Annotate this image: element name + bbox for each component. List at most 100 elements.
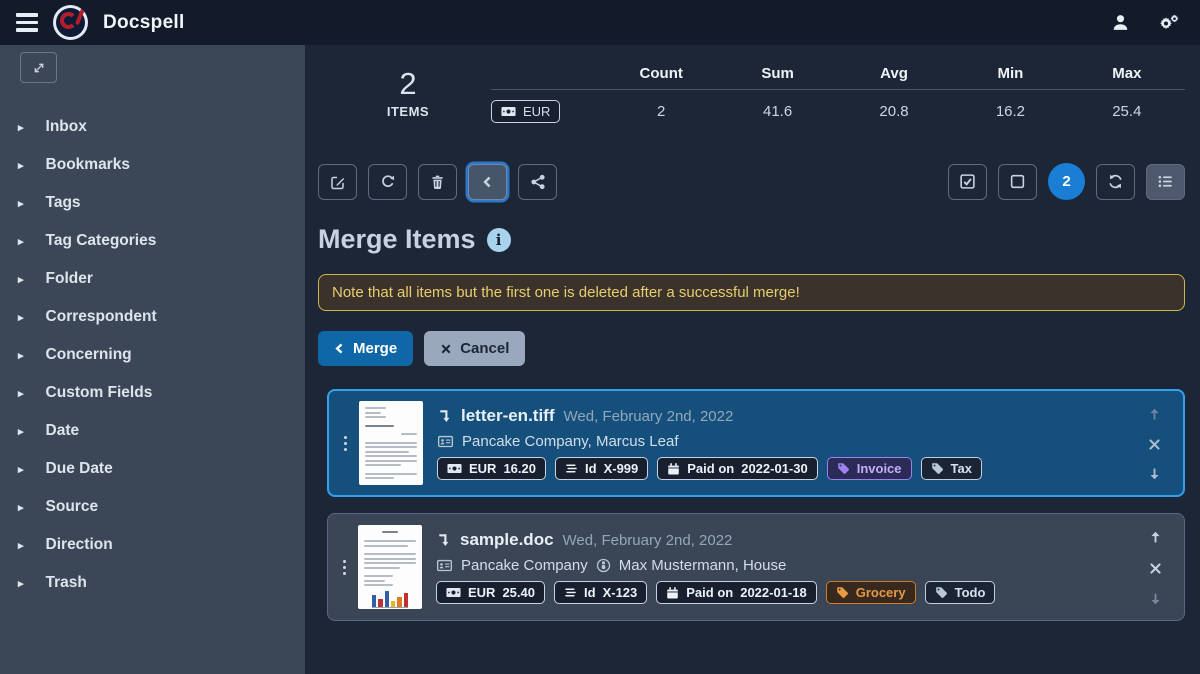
- sync-icon: [1107, 173, 1124, 190]
- sidebar-item-custom-fields[interactable]: ▸Custom Fields: [0, 374, 305, 412]
- app-title: Docspell: [103, 12, 185, 34]
- x-icon: [440, 343, 452, 355]
- sidebar-item-due-date[interactable]: ▸Due Date: [0, 450, 305, 488]
- sidebar: ▸Inbox ▸Bookmarks ▸Tags ▸Tag Categories …: [0, 45, 305, 674]
- edit-pencil-icon: [330, 174, 346, 190]
- sidebar-item-date[interactable]: ▸Date: [0, 412, 305, 450]
- stream-icon: [564, 586, 577, 599]
- stats-value-row: EUR 2 41.6 20.8 16.2 25.4: [491, 90, 1185, 133]
- stats-val-min: 16.2: [952, 103, 1068, 120]
- stats-col-max: Max: [1069, 65, 1185, 82]
- money-bill-icon: [446, 585, 461, 600]
- sidebar-item-trash[interactable]: ▸Trash: [0, 564, 305, 602]
- move-down-icon[interactable]: [1148, 591, 1163, 607]
- remove-item-icon[interactable]: [1148, 438, 1161, 451]
- sidebar-item-bookmarks[interactable]: ▸Bookmarks: [0, 146, 305, 184]
- drag-handle-icon[interactable]: [337, 401, 353, 485]
- stats-col-count: Count: [603, 65, 719, 82]
- reprocess-button[interactable]: [368, 164, 407, 200]
- sidebar-item-inbox[interactable]: ▸Inbox: [0, 108, 305, 146]
- money-bill-icon: [447, 461, 462, 476]
- item-details: letter-en.tiff Wed, February 2nd, 2022 P…: [437, 401, 1137, 485]
- refresh-selection-button[interactable]: [1096, 164, 1135, 200]
- tag-icon: [837, 462, 850, 475]
- move-down-icon[interactable]: [1147, 466, 1162, 482]
- caret-right-icon: ▸: [18, 463, 24, 476]
- caret-right-icon: ▸: [18, 121, 24, 134]
- deselect-all-button[interactable]: [998, 164, 1037, 200]
- merge-warning-note: Note that all items but the first one is…: [318, 274, 1185, 311]
- level-down-icon: [436, 532, 451, 548]
- toolbar-right-group: 2: [937, 163, 1185, 200]
- sidebar-item-direction[interactable]: ▸Direction: [0, 526, 305, 564]
- drag-handle-icon[interactable]: [336, 524, 352, 610]
- page-title: Merge Items i: [318, 224, 1185, 255]
- list-view-button[interactable]: [1146, 164, 1185, 200]
- menu-toggle-icon[interactable]: [16, 13, 38, 32]
- caret-right-icon: ▸: [18, 349, 24, 362]
- thumbnail-bar-chart: [372, 590, 408, 608]
- stats-col-sum: Sum: [719, 65, 835, 82]
- tag-icon: [836, 586, 849, 599]
- settings-gears-icon[interactable]: [1158, 13, 1180, 33]
- sidebar-item-correspondent[interactable]: ▸Correspondent: [0, 298, 305, 336]
- info-icon[interactable]: i: [487, 228, 511, 252]
- list-view-icon: [1157, 173, 1174, 190]
- item-card-letter-en-tiff[interactable]: letter-en.tiff Wed, February 2nd, 2022 P…: [327, 389, 1185, 497]
- delete-button[interactable]: [418, 164, 457, 200]
- money-bill-icon: [501, 104, 516, 119]
- caret-right-icon: ▸: [18, 273, 24, 286]
- remove-item-icon[interactable]: [1149, 562, 1162, 575]
- stats-val-avg: 20.8: [836, 103, 952, 120]
- address-card-icon: [437, 434, 454, 449]
- user-icon[interactable]: [1111, 13, 1130, 32]
- caret-right-icon: ▸: [18, 425, 24, 438]
- sidebar-item-folder[interactable]: ▸Folder: [0, 260, 305, 298]
- docspell-logo: [53, 5, 88, 40]
- stats-header-row: Count Sum Avg Min Max: [491, 57, 1185, 90]
- square-icon: [1009, 173, 1026, 190]
- redo-icon: [380, 174, 396, 190]
- address-card-icon: [436, 558, 453, 573]
- item-count-label: ITEMS: [343, 104, 473, 119]
- due-date-badge: Paid on 2022-01-18: [656, 581, 816, 604]
- amount-badge: EUR 16.20: [437, 457, 546, 480]
- caret-right-icon: ▸: [18, 311, 24, 324]
- item-correspondent: Pancake Company, Marcus Leaf: [462, 433, 679, 450]
- selection-count-badge: 2: [1048, 163, 1085, 200]
- caret-right-icon: ▸: [18, 235, 24, 248]
- move-up-icon[interactable]: [1147, 406, 1162, 422]
- edit-button[interactable]: [318, 164, 357, 200]
- sidebar-item-tags[interactable]: ▸Tags: [0, 184, 305, 222]
- stats-col-min: Min: [952, 65, 1068, 82]
- custom-field-id-badge: Id X-123: [554, 581, 647, 604]
- tag-badge-todo: Todo: [925, 581, 996, 604]
- item-correspondent: Pancake Company: [461, 557, 588, 574]
- sidebar-expand-button[interactable]: [20, 52, 57, 83]
- move-up-icon[interactable]: [1148, 529, 1163, 545]
- main-content: 2 ITEMS Count Sum Avg Min Max EUR 2: [305, 45, 1200, 674]
- stats-summary: 2 ITEMS Count Sum Avg Min Max EUR 2: [318, 57, 1185, 133]
- chevron-left-icon: [334, 342, 345, 355]
- item-date: Wed, February 2nd, 2022: [563, 532, 733, 549]
- sidebar-item-concerning[interactable]: ▸Concerning: [0, 336, 305, 374]
- item-name: letter-en.tiff: [461, 406, 555, 426]
- share-button[interactable]: [518, 164, 557, 200]
- item-date: Wed, February 2nd, 2022: [564, 408, 734, 425]
- tag-badge-tax: Tax: [921, 457, 982, 480]
- merge-button[interactable]: Merge: [318, 331, 413, 366]
- sidebar-item-tag-categories[interactable]: ▸Tag Categories: [0, 222, 305, 260]
- tag-icon: [935, 586, 948, 599]
- merge-actions: Merge Cancel: [318, 331, 1185, 366]
- cancel-button[interactable]: Cancel: [424, 331, 525, 366]
- item-name: sample.doc: [460, 530, 554, 550]
- merge-mode-button[interactable]: [468, 164, 507, 200]
- toolbar: 2: [318, 163, 1185, 200]
- currency-stats-table: Count Sum Avg Min Max EUR 2 41.6 20.8 16…: [491, 57, 1185, 133]
- sidebar-item-source[interactable]: ▸Source: [0, 488, 305, 526]
- due-date-badge: Paid on 2022-01-30: [657, 457, 817, 480]
- select-all-button[interactable]: [948, 164, 987, 200]
- share-icon: [530, 174, 546, 190]
- caret-right-icon: ▸: [18, 577, 24, 590]
- item-card-sample-doc[interactable]: sample.doc Wed, February 2nd, 2022 Panca…: [327, 513, 1185, 621]
